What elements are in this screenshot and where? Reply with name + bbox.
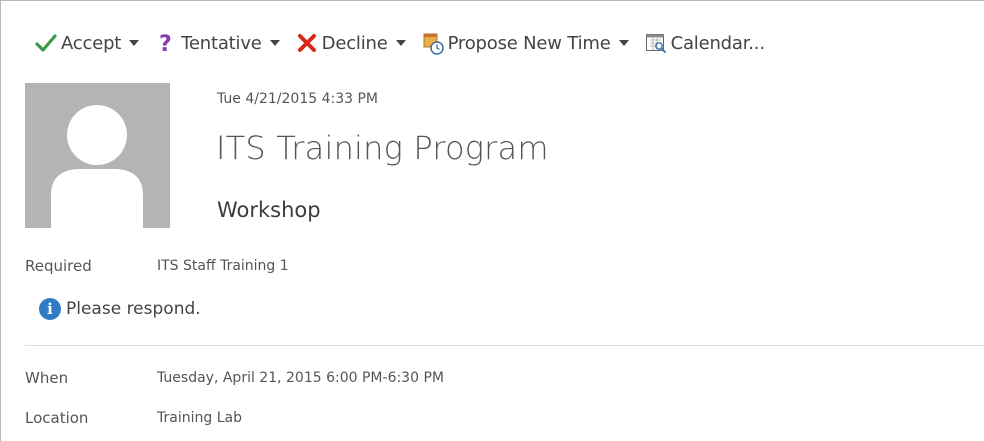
info-bar: i Please respond. — [39, 298, 201, 320]
when-label: When — [25, 369, 69, 387]
calendar-label: Calendar... — [670, 32, 765, 54]
accept-dropdown-icon[interactable] — [129, 40, 140, 46]
accept-button[interactable]: Accept — [35, 28, 155, 58]
x-icon — [296, 31, 318, 55]
divider — [25, 345, 984, 346]
person-silhouette-icon — [51, 105, 143, 228]
decline-dropdown-icon[interactable] — [395, 40, 406, 46]
location-value: Training Lab — [157, 410, 242, 426]
sent-datetime: Tue 4/21/2015 4:33 PM — [217, 91, 379, 107]
required-label: Required — [25, 257, 92, 275]
tentative-label: Tentative — [181, 32, 262, 54]
calendar-button[interactable]: Calendar... — [645, 28, 765, 58]
propose-new-time-label: Propose New Time — [447, 32, 611, 54]
propose-time-icon — [422, 31, 444, 55]
reading-pane: Accept ? Tentative Decline Propose New T… — [0, 0, 984, 441]
avatar — [25, 83, 170, 228]
tentative-dropdown-icon[interactable] — [269, 40, 280, 46]
info-text: Please respond. — [66, 299, 201, 319]
svg-text:?: ? — [159, 32, 172, 55]
propose-new-time-button[interactable]: Propose New Time — [422, 28, 645, 58]
propose-dropdown-icon[interactable] — [618, 40, 629, 46]
when-value: Tuesday, April 21, 2015 6:00 PM-6:30 PM — [157, 370, 444, 386]
decline-label: Decline — [321, 32, 388, 54]
accept-label: Accept — [61, 32, 122, 54]
subject-title: ITS Training Program — [216, 129, 549, 167]
checkmark-icon — [35, 31, 57, 55]
required-attendee[interactable]: ITS Staff Training 1 — [157, 258, 289, 274]
tentative-button[interactable]: ? Tentative — [155, 28, 296, 58]
decline-button[interactable]: Decline — [296, 28, 422, 58]
meeting-response-toolbar: Accept ? Tentative Decline Propose New T… — [35, 28, 765, 58]
calendar-icon — [645, 31, 667, 55]
location-label: Location — [25, 409, 89, 427]
info-icon: i — [39, 298, 61, 320]
question-mark-icon: ? — [155, 31, 177, 55]
category-label: Workshop — [217, 198, 321, 222]
